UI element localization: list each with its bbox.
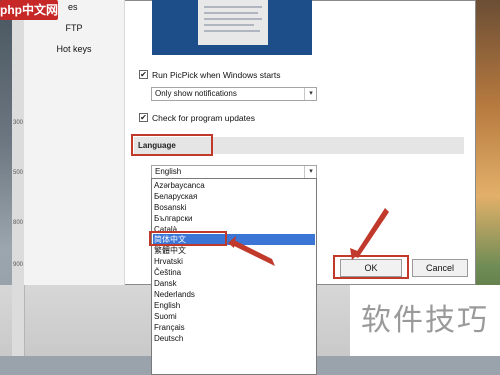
watermark: 软件技巧 [350,285,500,356]
arrow-icon [228,240,275,266]
arrow-icon [354,208,389,258]
